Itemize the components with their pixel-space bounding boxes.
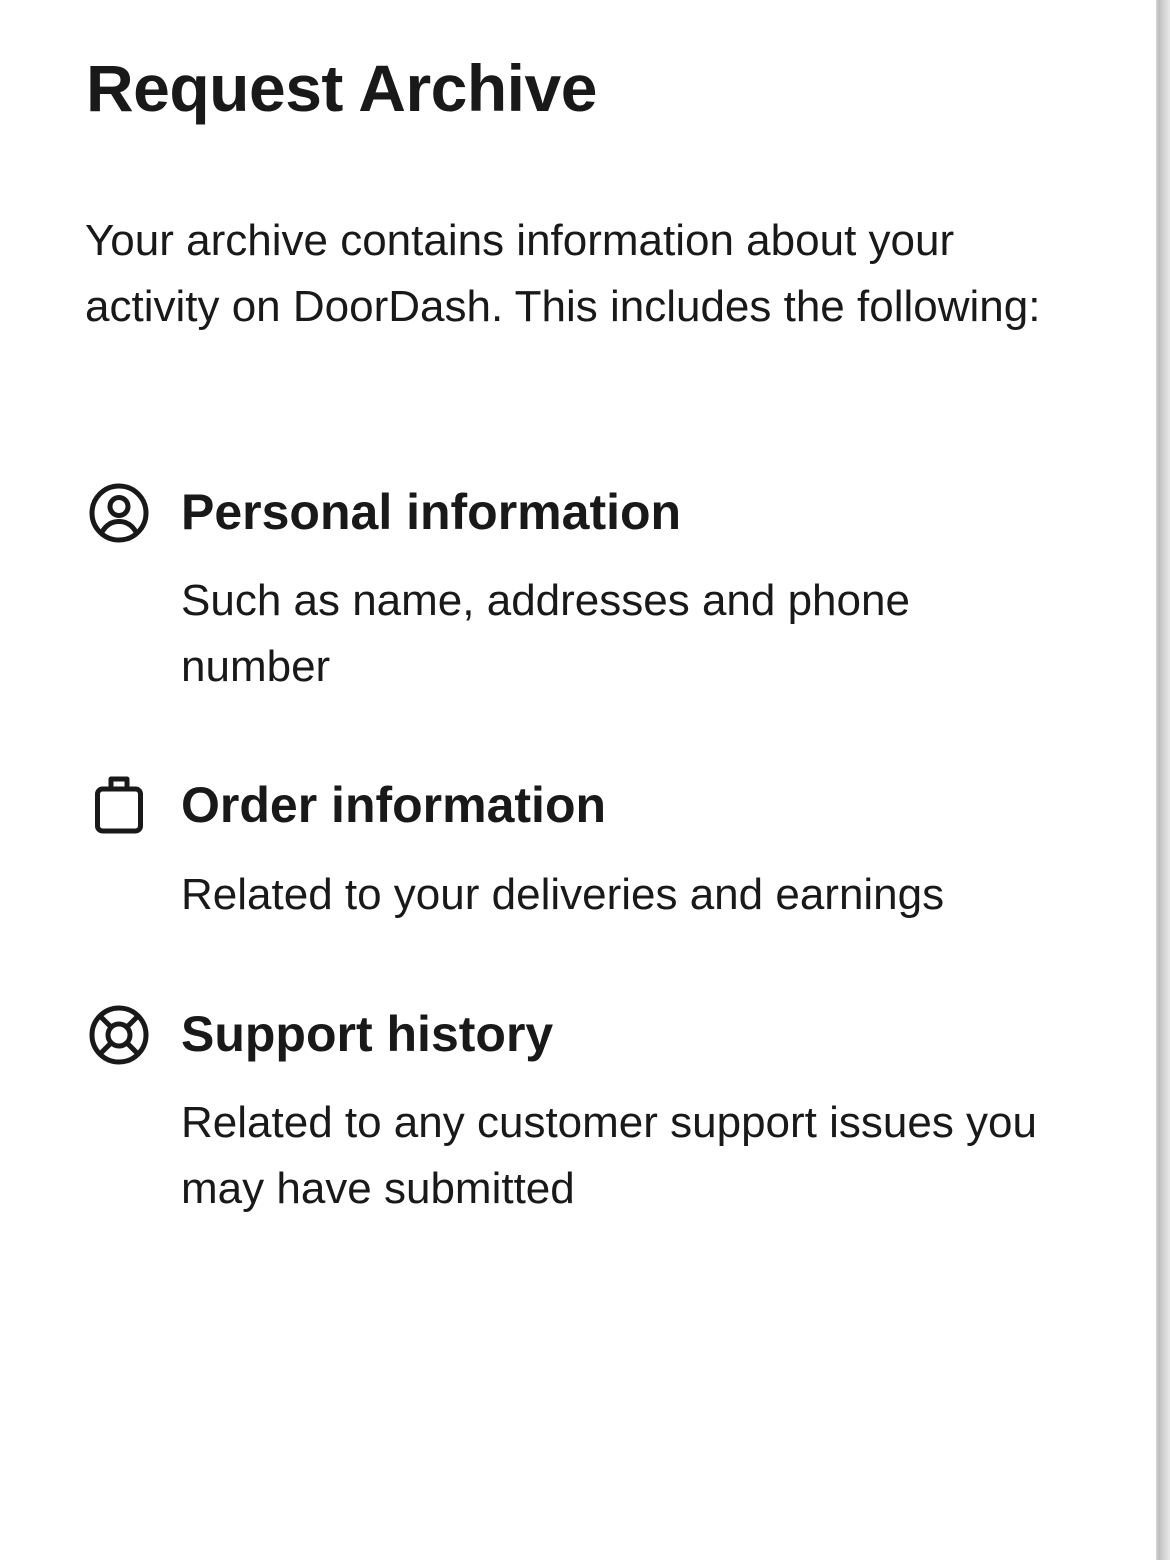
section-title: Support history [181,1006,554,1062]
section-title: Personal information [181,484,682,540]
section-description: Related to your deliveries and earnings [181,870,945,919]
section-description: Related to any customer support issues y… [181,1098,1038,1213]
user-circle-icon [88,482,150,544]
intro-text: Your archive contains information about … [85,216,1041,331]
shopping-bag-icon [88,775,150,837]
page-title: Request Archive [86,51,597,125]
scrollbar-track[interactable] [1156,0,1170,1560]
lifebuoy-icon [88,1004,150,1066]
section-title: Order information [181,777,607,833]
section-description: Such as name, addresses and phone number [181,576,910,691]
